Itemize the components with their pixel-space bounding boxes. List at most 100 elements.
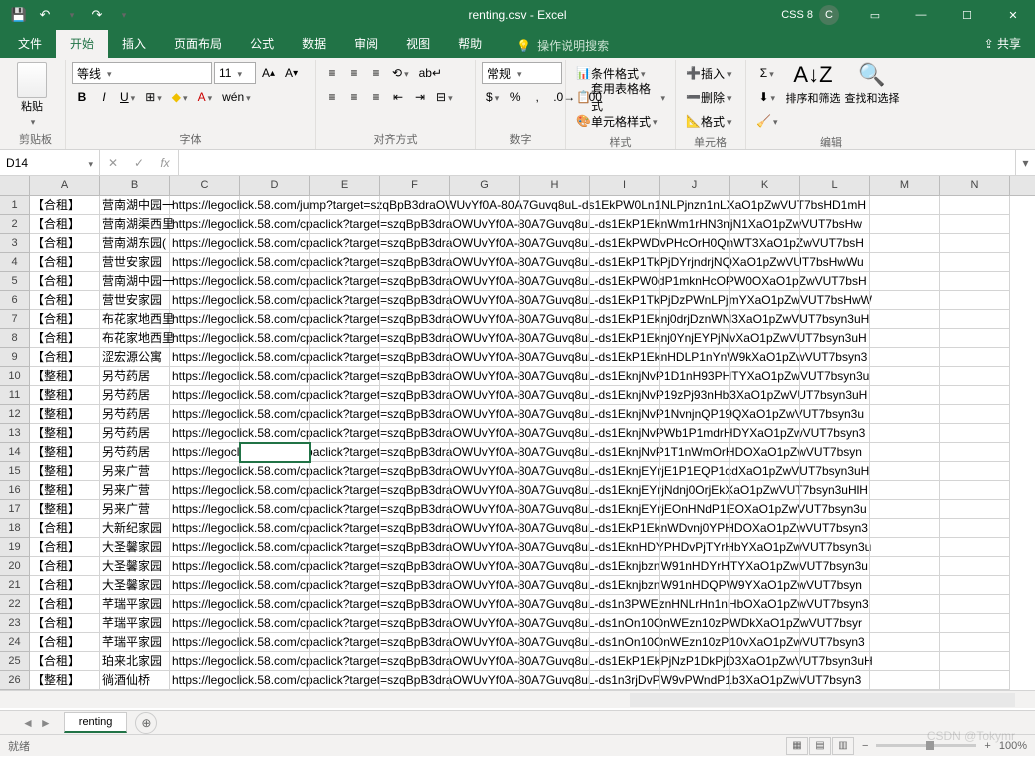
col-header-M[interactable]: M xyxy=(870,176,940,195)
namebox-dropdown-icon[interactable] xyxy=(86,156,93,170)
cell[interactable] xyxy=(380,329,450,348)
cell[interactable] xyxy=(660,291,730,310)
cell[interactable] xyxy=(800,424,870,443)
cell[interactable] xyxy=(660,557,730,576)
cell[interactable] xyxy=(590,614,660,633)
cell[interactable] xyxy=(730,633,800,652)
cell[interactable] xyxy=(730,348,800,367)
row-header[interactable]: 21 xyxy=(0,576,30,595)
cell[interactable] xyxy=(310,253,380,272)
cell[interactable] xyxy=(800,481,870,500)
cell[interactable] xyxy=(940,595,1010,614)
cell[interactable]: 【合租】 xyxy=(30,576,100,595)
cell[interactable]: https://legoclick.58.com/cpaclick?target… xyxy=(170,576,240,595)
cell[interactable] xyxy=(800,443,870,462)
cell[interactable] xyxy=(590,595,660,614)
cell[interactable] xyxy=(590,253,660,272)
clear-icon[interactable]: 🧹 xyxy=(752,110,781,132)
ribbon-display-icon[interactable]: ▭ xyxy=(853,0,897,30)
cell[interactable] xyxy=(450,500,520,519)
cell[interactable] xyxy=(310,367,380,386)
cell[interactable] xyxy=(450,329,520,348)
cell[interactable] xyxy=(730,652,800,671)
cell[interactable] xyxy=(310,462,380,481)
cell[interactable] xyxy=(660,614,730,633)
cell[interactable] xyxy=(870,557,940,576)
cell[interactable] xyxy=(450,291,520,310)
cell[interactable] xyxy=(590,633,660,652)
cell[interactable] xyxy=(590,329,660,348)
cell[interactable] xyxy=(450,481,520,500)
col-header-D[interactable]: D xyxy=(240,176,310,195)
page-break-view-icon[interactable]: ▥ xyxy=(832,737,854,755)
decrease-font-icon[interactable]: A▾ xyxy=(281,62,302,84)
cell[interactable] xyxy=(940,424,1010,443)
cell[interactable]: https://legoclick.58.com/cpaclick?target… xyxy=(170,310,240,329)
cell[interactable] xyxy=(240,538,310,557)
cell[interactable]: https://legoclick.58.com/cpaclick?target… xyxy=(170,386,240,405)
cell[interactable] xyxy=(240,462,310,481)
cell[interactable] xyxy=(310,519,380,538)
cell[interactable] xyxy=(450,519,520,538)
cell[interactable] xyxy=(520,462,590,481)
cell[interactable]: 营南湖中园一 xyxy=(100,272,170,291)
cell[interactable] xyxy=(380,386,450,405)
cell[interactable]: https://legoclick.58.com/cpaclick?target… xyxy=(170,329,240,348)
col-header-B[interactable]: B xyxy=(100,176,170,195)
row-header[interactable]: 8 xyxy=(0,329,30,348)
fill-color-button[interactable]: ◆ xyxy=(168,86,192,108)
cell[interactable]: 大圣馨家园 xyxy=(100,538,170,557)
cell[interactable]: 【合租】 xyxy=(30,196,100,215)
cell[interactable] xyxy=(450,557,520,576)
undo-icon[interactable]: ↶ xyxy=(34,4,56,26)
close-icon[interactable]: ✕ xyxy=(991,0,1035,30)
col-header-A[interactable]: A xyxy=(30,176,100,195)
align-left-icon[interactable]: ≡ xyxy=(322,86,342,108)
sort-filter-icon[interactable]: A↓Z xyxy=(793,62,832,88)
cell[interactable]: https://legoclick.58.com/cpaclick?target… xyxy=(170,253,240,272)
cell[interactable] xyxy=(520,291,590,310)
number-format-select[interactable]: 常规 xyxy=(482,62,562,84)
cell[interactable] xyxy=(520,576,590,595)
cell[interactable] xyxy=(800,462,870,481)
underline-button[interactable]: U xyxy=(116,86,139,108)
cell[interactable] xyxy=(940,652,1010,671)
cell[interactable] xyxy=(870,500,940,519)
cell[interactable] xyxy=(940,272,1010,291)
cell[interactable]: 营南湖中园一 xyxy=(100,196,170,215)
row-header[interactable]: 15 xyxy=(0,462,30,481)
find-select-icon[interactable]: 🔍 xyxy=(858,62,885,88)
cell[interactable] xyxy=(660,671,730,690)
cell[interactable]: https://legoclick.58.com/cpaclick?target… xyxy=(170,462,240,481)
cell[interactable] xyxy=(730,272,800,291)
insert-cells-button[interactable]: ➕ 插入 xyxy=(682,62,739,84)
row-header[interactable]: 14 xyxy=(0,443,30,462)
cell[interactable] xyxy=(870,519,940,538)
cell[interactable] xyxy=(450,614,520,633)
increase-indent-icon[interactable]: ⇥ xyxy=(410,86,430,108)
cell[interactable] xyxy=(730,500,800,519)
cell[interactable] xyxy=(660,519,730,538)
cell[interactable] xyxy=(520,652,590,671)
cell[interactable] xyxy=(800,595,870,614)
zoom-in-icon[interactable]: + xyxy=(984,740,990,752)
cell[interactable]: 【合租】 xyxy=(30,329,100,348)
cell[interactable] xyxy=(800,291,870,310)
border-button[interactable]: ⊞ xyxy=(141,86,166,108)
cell[interactable] xyxy=(660,576,730,595)
cell[interactable]: 大圣馨家园 xyxy=(100,557,170,576)
cell[interactable]: 另芍药居 xyxy=(100,405,170,424)
cell[interactable] xyxy=(380,481,450,500)
cell[interactable] xyxy=(590,462,660,481)
cell[interactable] xyxy=(520,348,590,367)
cell[interactable]: 另来广营 xyxy=(100,481,170,500)
cell[interactable] xyxy=(940,557,1010,576)
cell[interactable]: 大新纪家园 xyxy=(100,519,170,538)
col-header-K[interactable]: K xyxy=(730,176,800,195)
cell[interactable]: https://legoclick.58.com/cpaclick?target… xyxy=(170,215,240,234)
cell[interactable] xyxy=(660,386,730,405)
col-header-E[interactable]: E xyxy=(310,176,380,195)
cell[interactable] xyxy=(590,405,660,424)
qat-customize-icon[interactable] xyxy=(112,4,134,26)
align-center-icon[interactable]: ≡ xyxy=(344,86,364,108)
